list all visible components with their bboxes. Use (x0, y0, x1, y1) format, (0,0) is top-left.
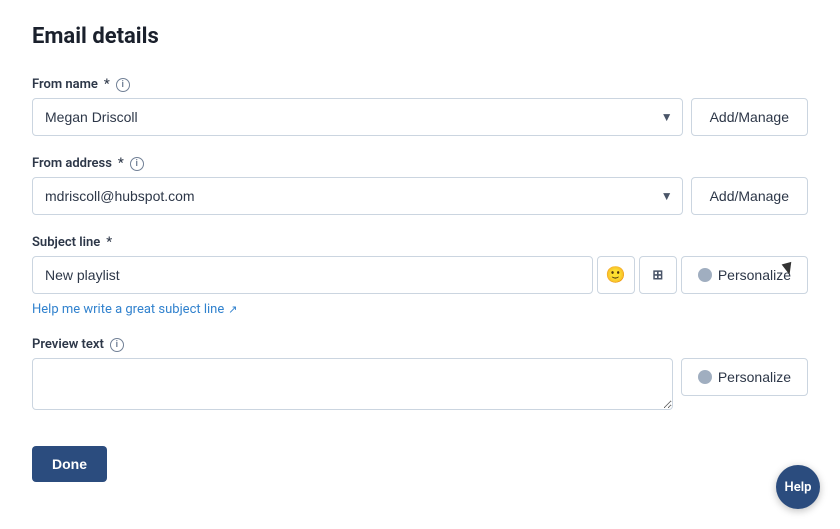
preview-text-row: Personalize (32, 358, 808, 410)
subject-line-group: Subject line * 🙂 ⊞ Personalize Help me w… (32, 235, 808, 317)
from-name-label: From name * i (32, 77, 808, 92)
tokens-button[interactable]: ⊞ (639, 256, 677, 294)
preview-text-group: Preview text i Personalize (32, 337, 808, 410)
subject-help-link[interactable]: Help me write a great subject line ↗ (32, 302, 237, 317)
subject-line-input[interactable] (32, 256, 593, 294)
from-name-select-wrapper: Megan Driscoll ▼ (32, 98, 683, 136)
from-address-label: From address * i (32, 156, 808, 171)
from-name-info-icon[interactable]: i (116, 78, 130, 92)
emoji-button[interactable]: 🙂 (597, 256, 635, 294)
emoji-icon: 🙂 (606, 265, 626, 285)
subject-line-label: Subject line * (32, 235, 808, 250)
preview-personalize-button[interactable]: Personalize (681, 358, 808, 396)
from-address-select[interactable]: mdriscoll@hubspot.com (32, 177, 683, 215)
done-button[interactable]: Done (32, 446, 107, 482)
preview-text-info-icon[interactable]: i (110, 338, 124, 352)
personalize-icon (698, 268, 712, 282)
subject-personalize-button[interactable]: Personalize (681, 256, 808, 294)
from-name-input-row: Megan Driscoll ▼ Add/Manage (32, 98, 808, 136)
from-address-group: From address * i mdriscoll@hubspot.com ▼… (32, 156, 808, 215)
help-bubble[interactable]: Help (776, 465, 820, 509)
page-title: Email details (32, 24, 808, 49)
from-name-group: From name * i Megan Driscoll ▼ Add/Manag… (32, 77, 808, 136)
from-name-add-manage-button[interactable]: Add/Manage (691, 98, 808, 136)
from-address-select-wrapper: mdriscoll@hubspot.com ▼ (32, 177, 683, 215)
subject-line-input-row: 🙂 ⊞ Personalize (32, 256, 808, 294)
from-name-select[interactable]: Megan Driscoll (32, 98, 683, 136)
external-link-icon: ↗ (228, 303, 237, 316)
preview-text-input[interactable] (32, 358, 673, 410)
tokens-icon: ⊞ (652, 267, 663, 283)
from-address-info-icon[interactable]: i (130, 157, 144, 171)
from-address-add-manage-button[interactable]: Add/Manage (691, 177, 808, 215)
preview-personalize-icon (698, 370, 712, 384)
preview-text-label: Preview text i (32, 337, 808, 352)
from-address-input-row: mdriscoll@hubspot.com ▼ Add/Manage (32, 177, 808, 215)
